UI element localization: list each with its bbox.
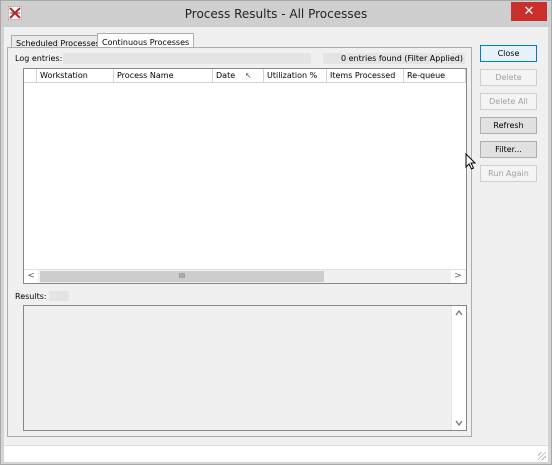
scroll-thumb[interactable]: III [40, 271, 324, 282]
delete-button[interactable]: Delete [480, 69, 537, 86]
vertical-scrollbar[interactable] [451, 306, 466, 430]
mouse-pointer-icon [465, 153, 477, 170]
sort-arrow-icon: ↖ [245, 71, 252, 80]
horizontal-scrollbar[interactable]: < III > [24, 269, 466, 283]
column-header-utilization[interactable]: Utilization % [264, 69, 327, 83]
column-header-requeue[interactable]: Re-queue [404, 69, 466, 83]
log-entries-label: Log entries: [15, 54, 63, 63]
refresh-button[interactable]: Refresh [480, 117, 537, 134]
column-header-items-processed[interactable]: Items Processed [327, 69, 404, 83]
entries-count-text: 0 entries found (Filter Applied) [340, 54, 463, 63]
column-header-date-label: Date [216, 71, 236, 80]
column-header-process-name[interactable]: Process Name [114, 69, 213, 83]
log-entries-strip [63, 53, 311, 64]
results-text-area[interactable] [23, 305, 467, 431]
window-close-button[interactable]: ✕ [511, 2, 547, 21]
log-entries-table[interactable]: Workstation Process Name Date ↖ Utilizat… [23, 68, 467, 284]
column-header-date[interactable]: Date ↖ [213, 69, 264, 83]
scroll-down-icon[interactable] [452, 416, 466, 430]
window-title: Process Results - All Processes [184, 7, 368, 21]
scroll-right-icon[interactable]: > [451, 270, 465, 283]
results-strip [49, 291, 69, 301]
scroll-up-icon[interactable] [452, 306, 466, 320]
resize-grip-icon[interactable] [538, 452, 546, 460]
status-bar [4, 445, 548, 462]
filter-button[interactable]: Filter... [480, 141, 537, 158]
delete-all-button[interactable]: Delete All [480, 93, 537, 110]
column-header-workstation[interactable]: Workstation [37, 69, 114, 83]
results-label: Results: [15, 292, 47, 301]
title-bar: Process Results - All Processes ✕ [1, 1, 551, 27]
scroll-thumb-grip-icon: III [178, 272, 186, 280]
header-blank [24, 69, 37, 83]
process-results-window: Process Results - All Processes ✕ Schedu… [0, 0, 552, 465]
scroll-left-icon[interactable]: < [24, 270, 38, 283]
close-button[interactable]: Close [480, 45, 537, 62]
run-again-button[interactable]: Run Again [480, 165, 537, 182]
